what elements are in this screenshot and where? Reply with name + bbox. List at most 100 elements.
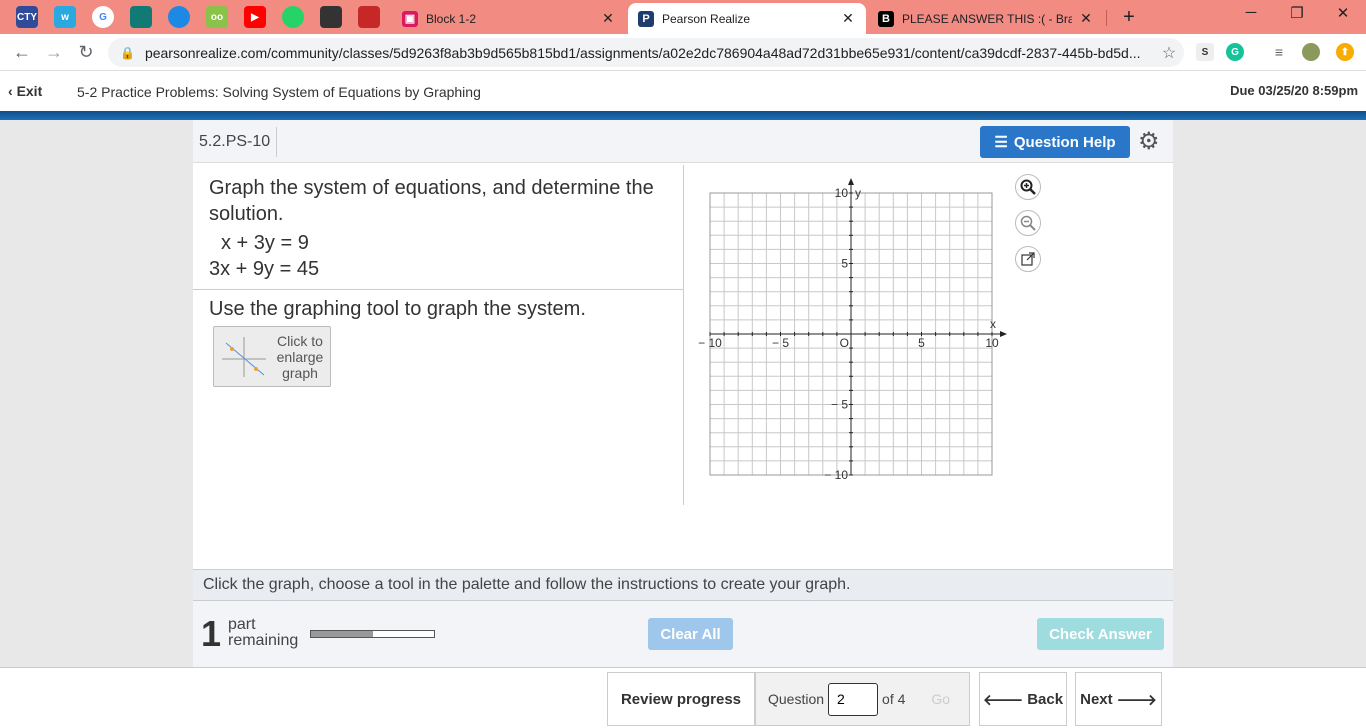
parts-remaining-count: 1	[201, 613, 222, 654]
check-answer-button[interactable]: Check Answer	[1037, 618, 1164, 650]
pinned-tab-quill-icon[interactable]	[320, 6, 342, 28]
update-icon[interactable]: ⬆	[1336, 43, 1354, 61]
review-progress-button[interactable]: Review progress	[607, 672, 755, 726]
clear-all-button[interactable]: Clear All	[648, 618, 733, 650]
graph-instructions-bar: Click the graph, choose a tool in the pa…	[193, 569, 1173, 601]
tab-title: PLEASE ANSWER THIS :( - Brainly	[902, 11, 1072, 26]
enlarge-graph-button[interactable]: Click to enlarge graph	[213, 326, 331, 387]
forward-arrow-icon[interactable]: →	[42, 41, 66, 63]
back-button[interactable]: 🡐 Back	[979, 672, 1067, 726]
equation-1: x + 3y = 9	[221, 232, 309, 254]
progress-fill	[311, 631, 373, 637]
question-number-input[interactable]	[828, 682, 879, 716]
tab-pearson[interactable]: P Pearson Realize ✕	[628, 3, 866, 34]
go-button[interactable]: Go	[931, 691, 950, 707]
reading-list-icon[interactable]: ≡	[1270, 43, 1288, 61]
zoom-in-icon[interactable]	[1015, 174, 1041, 200]
remaining-word: remaining	[228, 632, 299, 649]
question-prompt: Graph the system of equations, and deter…	[209, 177, 654, 225]
next-button[interactable]: Next 🡒	[1075, 672, 1162, 726]
tab-brainly[interactable]: B PLEASE ANSWER THIS :( - Brainly ✕	[868, 3, 1104, 34]
restore-icon[interactable]: ❐	[1282, 4, 1312, 22]
assignment-title: 5-2 Practice Problems: Solving System of…	[77, 84, 481, 100]
pinned-tab-video-icon[interactable]	[358, 6, 380, 28]
pearson-favicon: P	[638, 10, 654, 27]
close-window-icon[interactable]: ✕	[1328, 4, 1358, 22]
divider	[193, 289, 683, 290]
x-tick-label: 10	[985, 336, 999, 350]
zoom-out-icon[interactable]	[1015, 210, 1041, 236]
pinned-tab-cty[interactable]: CTY	[16, 6, 38, 28]
parts-bar: 1 part remaining Clear All Check Answer	[193, 601, 1173, 667]
bookmark-star-icon[interactable]: ☆	[1154, 43, 1184, 63]
lock-icon: 🔒	[120, 45, 135, 60]
extension-label: G	[1231, 46, 1239, 58]
grammarly-icon[interactable]: G	[1226, 43, 1244, 61]
question-panel: 5.2.PS-10 ☰ Question Help ⚙ Graph the sy…	[193, 120, 1173, 667]
list-icon: ☰	[994, 134, 1008, 151]
question-header: 5.2.PS-10 ☰ Question Help ⚙	[193, 120, 1173, 163]
y-axis-arrow	[848, 178, 854, 185]
header-band	[0, 111, 1366, 120]
y-tick-label: − 5	[831, 398, 848, 412]
back-arrow-icon[interactable]: ←	[10, 41, 34, 63]
y-tick-label: 5	[841, 257, 848, 271]
exit-label: Exit	[16, 83, 43, 99]
address-bar[interactable]: 🔒 pearsonrealize.com/community/classes/5…	[108, 38, 1184, 67]
pinned-tab-label: ▶	[251, 11, 259, 23]
close-tab-icon[interactable]: ✕	[1078, 10, 1094, 27]
pinned-tab-owl[interactable]: oo	[206, 6, 228, 28]
equation-2: 3x + 9y = 45	[209, 258, 320, 280]
reload-icon[interactable]: ↻	[74, 41, 98, 63]
pinned-tab-whatsapp-icon[interactable]	[282, 6, 304, 28]
new-tab-button[interactable]: +	[1118, 6, 1140, 28]
close-tab-icon[interactable]: ✕	[600, 10, 616, 27]
enlarge-graph-label: Click to enlarge graph	[276, 332, 324, 381]
question-help-button[interactable]: ☰ Question Help	[980, 126, 1130, 158]
pinned-tab-w[interactable]: w	[54, 6, 76, 28]
arrow-left-icon: 🡐	[982, 691, 1024, 709]
tab-block[interactable]: ▣ Block 1-2 ✕	[392, 3, 626, 34]
x-axis-label: x	[990, 317, 996, 331]
divider	[683, 165, 684, 505]
pinned-tab-label: w	[61, 11, 69, 23]
browser-tab-strip: CTY w G oo ▶ ▣ Block 1-2 ✕ P Pearson Rea…	[0, 0, 1366, 34]
due-date: Due 03/25/20 8:59pm	[1230, 83, 1358, 98]
parts-remaining-label: part remaining	[228, 617, 298, 649]
profile-avatar[interactable]	[1302, 43, 1320, 61]
close-tab-icon[interactable]: ✕	[840, 10, 856, 27]
pinned-tab-app[interactable]	[130, 6, 152, 28]
pinned-tab-youtube-icon[interactable]: ▶	[244, 6, 266, 28]
popout-icon[interactable]	[1015, 246, 1041, 272]
back-label: Back	[1027, 690, 1064, 708]
assignment-header: ‹ Exit 5-2 Practice Problems: Solving Sy…	[0, 71, 1366, 111]
question-total: of 4	[882, 691, 906, 707]
x-tick-label: 5	[918, 336, 925, 350]
question-id: 5.2.PS-10	[199, 133, 271, 150]
gear-icon[interactable]: ⚙	[1138, 127, 1160, 156]
url-text: pearsonrealize.com/community/classes/5d9…	[144, 44, 1141, 61]
part-word: part	[228, 616, 256, 633]
y-tick-label: 10	[835, 186, 849, 200]
tab-title: Block 1-2	[426, 11, 477, 26]
minimize-icon[interactable]: ─	[1236, 4, 1266, 21]
browser-toolbar: ← → ↻ 🔒 pearsonrealize.com/community/cla…	[0, 34, 1366, 71]
exit-button[interactable]: ‹ Exit	[8, 83, 42, 99]
pinned-tab-label: G	[99, 11, 107, 23]
question-jump: Question of 4 Go	[755, 672, 970, 726]
tab-favicon: ▣	[402, 10, 418, 27]
arrow-right-icon: 🡒	[1116, 691, 1157, 709]
question-label: Question	[768, 691, 825, 707]
tab-title: Pearson Realize	[662, 11, 751, 26]
coordinate-graph[interactable]: − 10 − 10 − 5 − 5 5 5 10 10 Ox y	[693, 175, 1013, 495]
progress-bar	[310, 630, 435, 638]
pinned-tab-download-icon[interactable]	[168, 6, 190, 28]
tab-separator	[1106, 10, 1107, 26]
pinned-tab-google[interactable]: G	[92, 6, 114, 28]
pinned-tab-label: oo	[210, 11, 224, 23]
next-label: Next	[1080, 690, 1113, 708]
extension-label: S	[1201, 46, 1209, 58]
extension-s-icon[interactable]: S	[1196, 43, 1214, 61]
graph-thumbnail-icon	[222, 336, 266, 377]
x-tick-label: − 5	[772, 336, 789, 350]
